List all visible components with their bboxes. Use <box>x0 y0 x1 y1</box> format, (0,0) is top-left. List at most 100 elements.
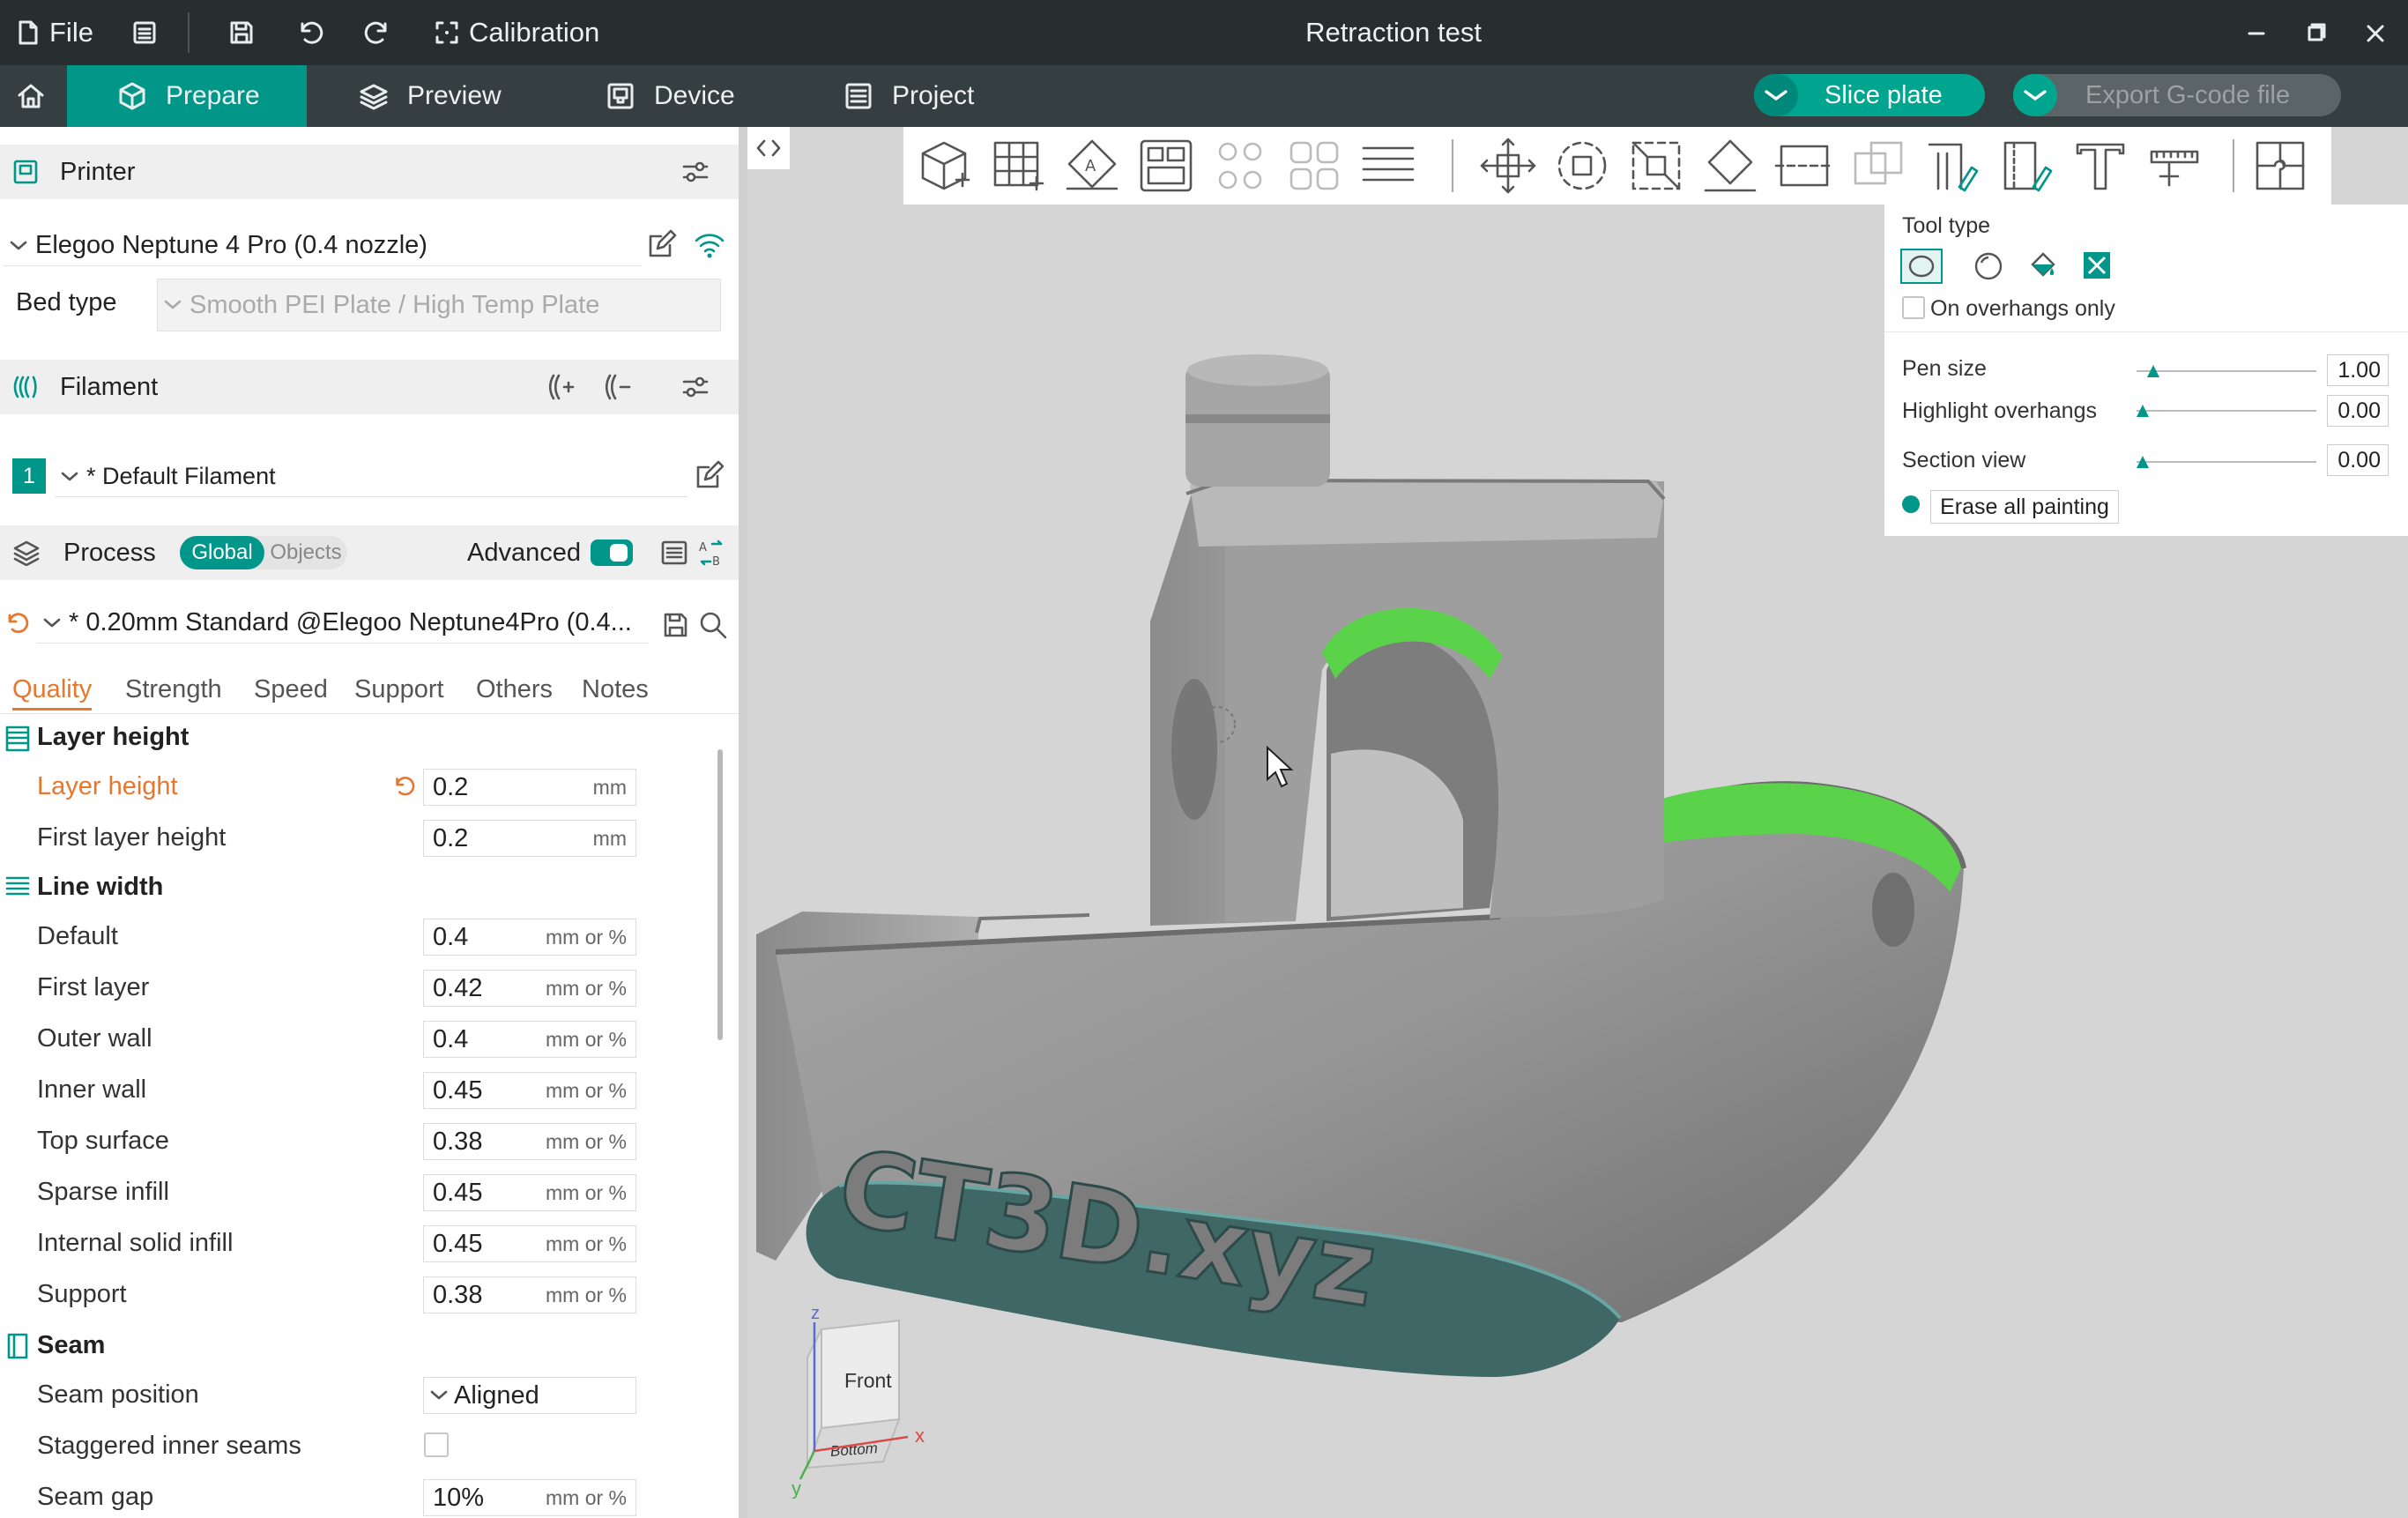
view-cube-front[interactable]: Front <box>844 1369 892 1392</box>
compare-list-icon[interactable] <box>659 538 689 568</box>
filament-select[interactable]: * Default Filament <box>55 457 687 497</box>
edit-icon[interactable] <box>693 460 725 492</box>
subtab-others[interactable]: Others <box>476 675 553 704</box>
param-layer-height-field[interactable]: 0.2 mm <box>423 769 636 806</box>
param-inner-wall-field[interactable]: 0.45 mm or % <box>423 1072 636 1109</box>
param-internal-solid-infill-field[interactable]: 0.45 mm or % <box>423 1225 636 1262</box>
add-filament-icon[interactable] <box>545 372 576 402</box>
param-outer-wall-field[interactable]: 0.4 mm or % <box>423 1021 636 1058</box>
settings-scrollbar[interactable] <box>717 749 723 1040</box>
file-menu[interactable]: File <box>16 0 93 65</box>
toggle-global[interactable]: Global <box>180 536 264 569</box>
move-tool[interactable] <box>1476 134 1540 197</box>
rotate-tool[interactable] <box>1550 134 1614 197</box>
swap-ab-icon[interactable]: AB <box>696 538 726 568</box>
arrange-tool[interactable] <box>1134 134 1198 197</box>
highlight-overhangs-slider[interactable] <box>2137 405 2316 417</box>
gap-fill-icon[interactable] <box>2080 249 2114 282</box>
slice-plate-button[interactable]: Slice plate <box>1754 74 1985 116</box>
search-icon[interactable] <box>698 610 730 640</box>
notes-button[interactable] <box>130 0 159 65</box>
mesh-boolean-tool[interactable] <box>1847 134 1910 197</box>
scale-tool[interactable] <box>1624 134 1688 197</box>
pen-size-value[interactable]: 1.00 <box>2327 354 2389 386</box>
param-top-surface-field[interactable]: 0.38 mm or % <box>423 1123 636 1160</box>
param-first-layer-height-field[interactable]: 0.2 mm <box>423 820 636 857</box>
tab-preview[interactable]: Preview <box>335 65 524 127</box>
remove-filament-icon[interactable] <box>601 372 633 402</box>
filament-section-title: Filament <box>60 372 159 401</box>
global-objects-toggle[interactable]: Global Objects <box>180 536 347 569</box>
seam-paint-tool[interactable] <box>1995 134 2058 197</box>
param-first-layer-field[interactable]: 0.42 mm or % <box>423 970 636 1007</box>
slider-knob[interactable] <box>2147 365 2160 377</box>
printer-section-title: Printer <box>60 157 136 186</box>
pen-size-slider[interactable] <box>2137 365 2316 377</box>
seam-position-select[interactable]: Aligned <box>423 1377 636 1414</box>
slider-knob[interactable] <box>2137 456 2149 468</box>
home-button[interactable] <box>0 65 62 127</box>
redo-button[interactable] <box>363 0 393 65</box>
cut-tool[interactable] <box>1773 134 1836 197</box>
filament-slot-badge[interactable]: 1 <box>12 458 46 494</box>
reset-icon[interactable] <box>4 610 30 636</box>
param-sparse-infill-field[interactable]: 0.45 mm or % <box>423 1174 636 1211</box>
collapse-sidebar-button[interactable] <box>747 127 790 169</box>
text-tool[interactable] <box>2069 134 2132 197</box>
param-default-field[interactable]: 0.4 mm or % <box>423 919 636 956</box>
subtab-support[interactable]: Support <box>354 675 444 704</box>
add-plate-tool[interactable] <box>986 134 1050 197</box>
measure-tool[interactable] <box>2143 134 2206 197</box>
undo-button[interactable] <box>294 0 324 65</box>
overhangs-only-checkbox[interactable] <box>1902 296 1925 319</box>
subtab-strength[interactable]: Strength <box>125 675 222 704</box>
calibration-menu[interactable]: Calibration <box>434 0 599 65</box>
close-button[interactable] <box>2356 18 2395 49</box>
subtab-notes[interactable]: Notes <box>582 675 649 704</box>
sidebar-splitter[interactable] <box>739 127 747 1518</box>
section-view-value[interactable]: 0.00 <box>2327 444 2389 476</box>
tab-prepare[interactable]: Prepare <box>67 65 307 127</box>
advanced-toggle[interactable] <box>591 539 633 566</box>
assembly-tool[interactable] <box>2248 134 2312 197</box>
subtab-quality[interactable]: Quality <box>12 675 93 711</box>
split-parts-tool[interactable] <box>1282 134 1346 197</box>
staggered-inner-seams-checkbox[interactable] <box>424 1432 449 1457</box>
minimize-button[interactable] <box>2237 18 2276 49</box>
toggle-objects[interactable]: Objects <box>264 536 347 569</box>
process-profile-select[interactable]: * 0.20mm Standard @Elegoo Neptune4Pro (0… <box>37 603 649 644</box>
reset-icon[interactable] <box>391 774 416 799</box>
section-view-slider[interactable] <box>2137 456 2316 468</box>
tool-circle-button[interactable] <box>1900 249 1943 284</box>
tab-device[interactable]: Device <box>582 65 758 127</box>
add-object-tool[interactable] <box>912 134 976 197</box>
tab-project[interactable]: Project <box>820 65 997 127</box>
sphere-brush-icon[interactable] <box>1973 250 2004 282</box>
view-cube[interactable]: Front Bottom z x y <box>776 1287 952 1499</box>
param-support-field[interactable]: 0.38 mm or % <box>423 1276 636 1313</box>
save-icon[interactable] <box>661 610 691 640</box>
bed-type-select[interactable]: Smooth PEI Plate / High Temp Plate <box>157 279 721 331</box>
erase-all-painting-button[interactable]: Erase all painting <box>1930 490 2119 524</box>
slider-knob[interactable] <box>2137 405 2149 417</box>
save-button[interactable] <box>227 0 256 65</box>
edit-icon[interactable] <box>645 229 677 261</box>
settings-sliders-icon[interactable] <box>680 374 710 400</box>
slice-dropdown[interactable] <box>1754 74 1798 116</box>
split-objects-tool[interactable] <box>1208 134 1272 197</box>
export-dropdown[interactable] <box>2013 74 2057 116</box>
lay-on-face-tool[interactable] <box>1698 134 1762 197</box>
printer-select[interactable]: Elegoo Neptune 4 Pro (0.4 nozzle) <box>4 226 642 266</box>
auto-orient-tool[interactable]: A <box>1060 134 1124 197</box>
layers-tool[interactable] <box>1356 134 1420 197</box>
wifi-icon[interactable] <box>693 229 726 261</box>
maximize-button[interactable] <box>2296 18 2335 49</box>
param-unit: mm or % <box>546 1283 627 1306</box>
support-paint-tool[interactable] <box>1921 134 1984 197</box>
export-gcode-button[interactable]: Export G-code file <box>2013 74 2341 116</box>
fill-bucket-icon[interactable] <box>2025 249 2059 282</box>
highlight-overhangs-value[interactable]: 0.00 <box>2327 395 2389 427</box>
settings-sliders-icon[interactable] <box>680 159 710 185</box>
subtab-speed[interactable]: Speed <box>254 675 328 704</box>
param-seam-gap-field[interactable]: 10% mm or % <box>423 1479 636 1516</box>
